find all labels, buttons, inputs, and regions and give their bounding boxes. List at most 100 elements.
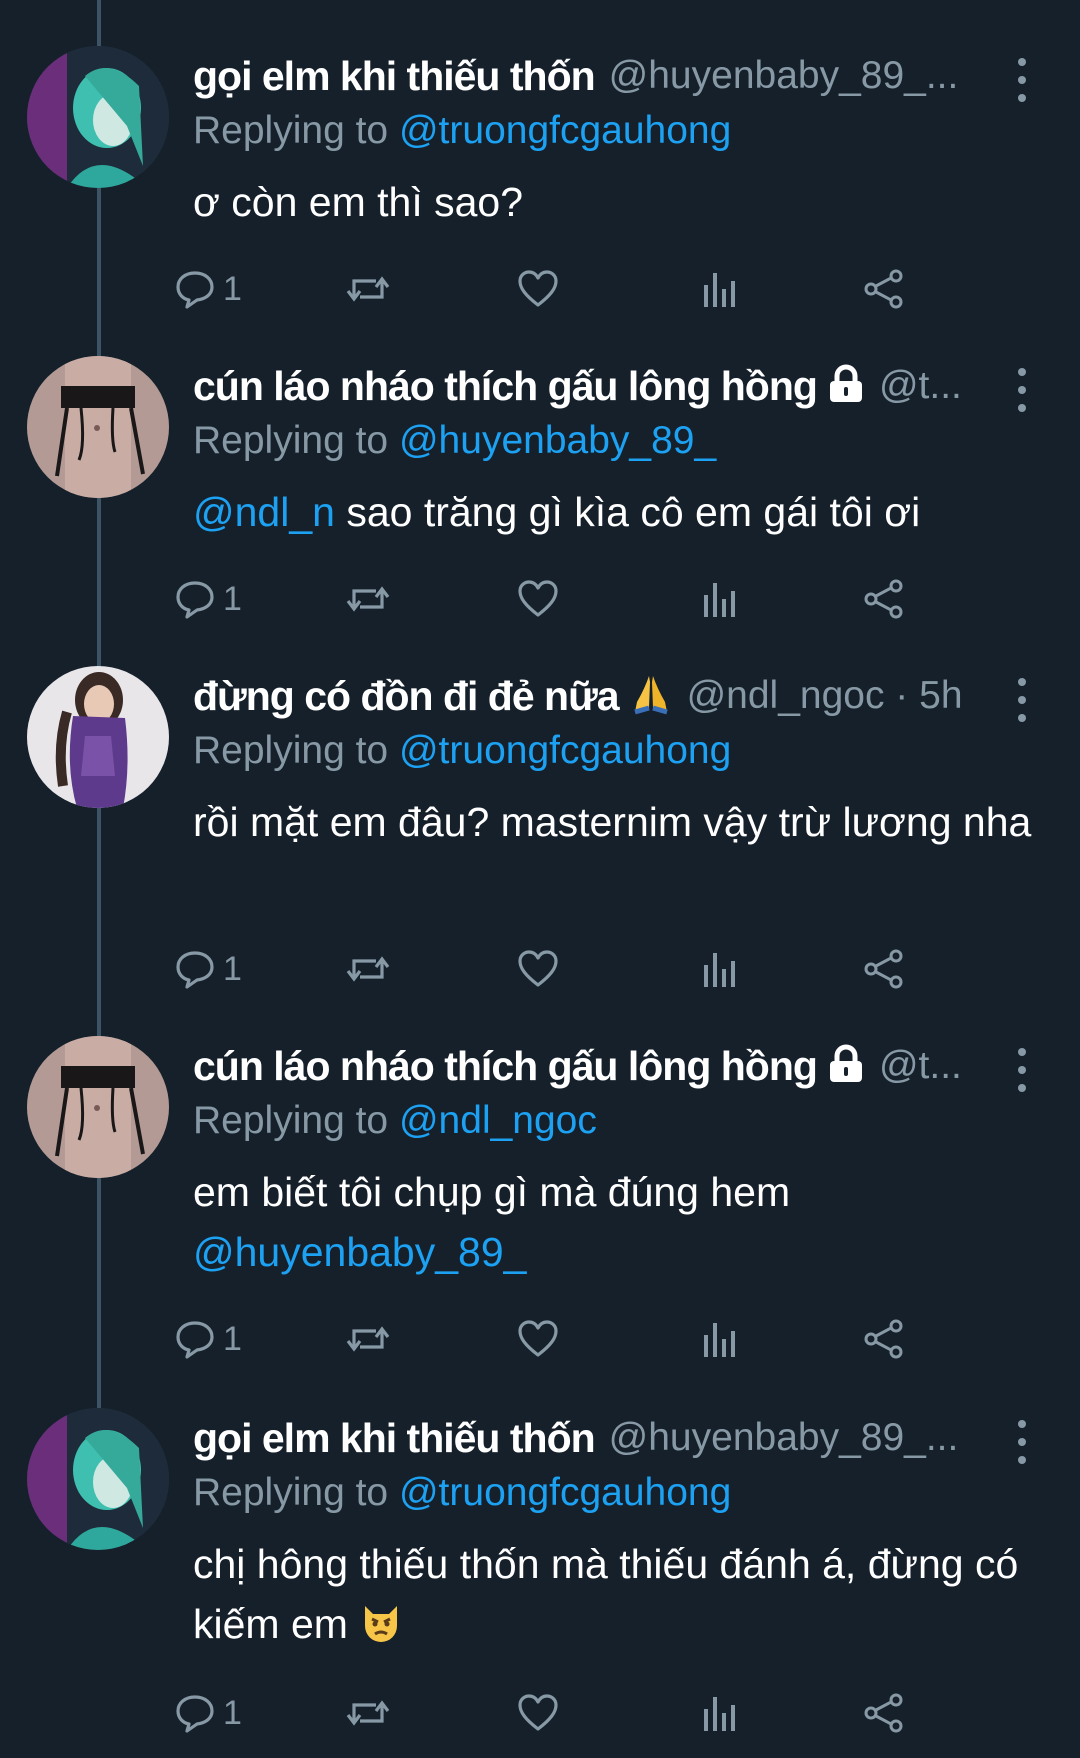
analytics-icon (700, 949, 736, 989)
share-icon (863, 1319, 905, 1359)
share-button[interactable] (863, 1693, 905, 1733)
retweet-icon (346, 579, 390, 619)
analytics-button[interactable] (700, 949, 736, 989)
tweet-mention[interactable]: @ndl_n (193, 489, 335, 535)
tweet-text: ơ còn em thì sao? (193, 172, 1040, 232)
replying-to: Replying to @ndl_ngoc (193, 1096, 1040, 1146)
like-button[interactable] (517, 1693, 559, 1733)
avatar[interactable] (27, 1036, 169, 1178)
user-handle[interactable]: @huyenbaby_89_... (609, 54, 959, 98)
like-icon (517, 1693, 559, 1733)
tweet-text-content: rồi mặt em đâu? masternim vậy trừ lương … (193, 799, 1032, 845)
analytics-button[interactable] (700, 579, 736, 619)
replying-label: Replying to (193, 729, 389, 772)
like-icon (517, 1319, 559, 1359)
share-button[interactable] (863, 1319, 905, 1359)
user-handle[interactable]: @ndl_ngoc · 5h (687, 674, 963, 718)
display-name[interactable]: đừng có đồn đi đẻ nữa (193, 673, 620, 720)
more-options-icon[interactable] (1010, 58, 1034, 102)
replying-to-mention[interactable]: @huyenbaby_89_ (399, 419, 716, 462)
tweet-text: chị hông thiếu thốn mà thiếu đánh á, đừn… (193, 1534, 1040, 1660)
share-button[interactable] (863, 579, 905, 619)
more-options-icon[interactable] (1010, 678, 1034, 722)
analytics-icon (700, 1319, 736, 1359)
more-options-icon[interactable] (1010, 1048, 1034, 1092)
analytics-button[interactable] (700, 269, 736, 309)
retweet-icon (346, 1319, 390, 1359)
tweet-text-content: sao trăng gì kìa cô em gái tôi ơi (334, 489, 921, 535)
analytics-button[interactable] (700, 1319, 736, 1359)
retweet-icon (346, 269, 390, 309)
user-handle[interactable]: @t... (879, 1044, 962, 1088)
user-handle[interactable]: @huyenbaby_89_... (609, 1416, 959, 1460)
reply-button[interactable]: 1 (175, 949, 242, 989)
reply-thread: gọi elm khi thiếu thốn @huyenbaby_89_...… (0, 0, 1080, 1758)
thread-connector (97, 0, 101, 50)
share-button[interactable] (863, 269, 905, 309)
tweet-text: @ndl_n sao trăng gì kìa cô em gái tôi ơi (193, 482, 1040, 542)
reply-icon (175, 949, 215, 989)
thread-connector (97, 798, 101, 1038)
avatar[interactable] (27, 356, 169, 498)
like-button[interactable] (517, 1319, 559, 1359)
replying-to-mention[interactable]: @ndl_ngoc (399, 1099, 597, 1142)
retweet-button[interactable] (346, 579, 390, 619)
more-options-icon[interactable] (1010, 1420, 1034, 1464)
torso-avatar (27, 1036, 169, 1178)
share-icon (863, 579, 905, 619)
display-name[interactable]: cún láo nháo thích gấu lông hồng (193, 363, 818, 410)
reply-icon (175, 579, 215, 619)
replying-to-mention[interactable]: @truongfcgauhong (399, 729, 731, 772)
action-bar: 1 (176, 1688, 1013, 1738)
replying-to: Replying to @huyenbaby_89_ (193, 416, 1040, 466)
reply-button[interactable]: 1 (175, 1693, 242, 1733)
retweet-button[interactable] (346, 269, 390, 309)
replying-to-mention[interactable]: @truongfcgauhong (399, 109, 731, 152)
lock-icon (827, 364, 865, 409)
replying-to: Replying to @truongfcgauhong (193, 1468, 1040, 1518)
reply-button[interactable]: 1 (175, 579, 242, 619)
reply-button[interactable]: 1 (175, 1319, 242, 1359)
like-button[interactable] (517, 269, 559, 309)
share-icon (863, 269, 905, 309)
action-bar: 1 (176, 264, 1013, 314)
reply-button[interactable]: 1 (175, 269, 242, 309)
analytics-button[interactable] (700, 1693, 736, 1733)
analytics-icon (700, 269, 736, 309)
reply-count: 1 (223, 1319, 242, 1358)
avatar[interactable] (27, 1408, 169, 1550)
more-options-icon[interactable] (1010, 368, 1034, 412)
reply-count: 1 (223, 579, 242, 618)
display-name[interactable]: gọi elm khi thiếu thốn (193, 53, 596, 100)
thread-connector (97, 488, 101, 672)
tweet-mention[interactable]: @huyenbaby_89_ (193, 1229, 526, 1275)
retweet-button[interactable] (346, 1319, 390, 1359)
like-button[interactable] (517, 949, 559, 989)
user-handle[interactable]: @t... (879, 364, 962, 408)
reply-count: 1 (223, 269, 242, 308)
avatar[interactable] (27, 666, 169, 808)
retweet-button[interactable] (346, 949, 390, 989)
display-name[interactable]: cún láo nháo thích gấu lông hồng (193, 1043, 818, 1090)
action-bar: 1 (176, 944, 1013, 994)
avatar[interactable] (27, 46, 169, 188)
tweet-text-content: chị hông thiếu thốn mà thiếu đánh á, đừn… (193, 1541, 1019, 1647)
replying-label: Replying to (193, 1099, 389, 1142)
teal-portrait-avatar (27, 1408, 169, 1550)
reply-icon (175, 1693, 215, 1733)
reply-icon (175, 1319, 215, 1359)
tweet-text-content: em biết tôi chụp gì mà đúng hem (193, 1169, 791, 1215)
like-button[interactable] (517, 579, 559, 619)
replying-to-mention[interactable]: @truongfcgauhong (399, 1471, 731, 1514)
display-name[interactable]: gọi elm khi thiếu thốn (193, 1415, 596, 1462)
tweet-text: em biết tôi chụp gì mà đúng hem @huyenba… (193, 1162, 1040, 1282)
replying-label: Replying to (193, 1471, 389, 1514)
tweet-text-content: ơ còn em thì sao? (193, 179, 524, 225)
replying-to: Replying to @truongfcgauhong (193, 726, 1040, 776)
retweet-button[interactable] (346, 1693, 390, 1733)
reply-count: 1 (223, 1693, 242, 1732)
folded-hands-emoji (629, 672, 673, 721)
action-bar: 1 (176, 1314, 1013, 1364)
share-button[interactable] (863, 949, 905, 989)
lock-icon (827, 1044, 865, 1089)
